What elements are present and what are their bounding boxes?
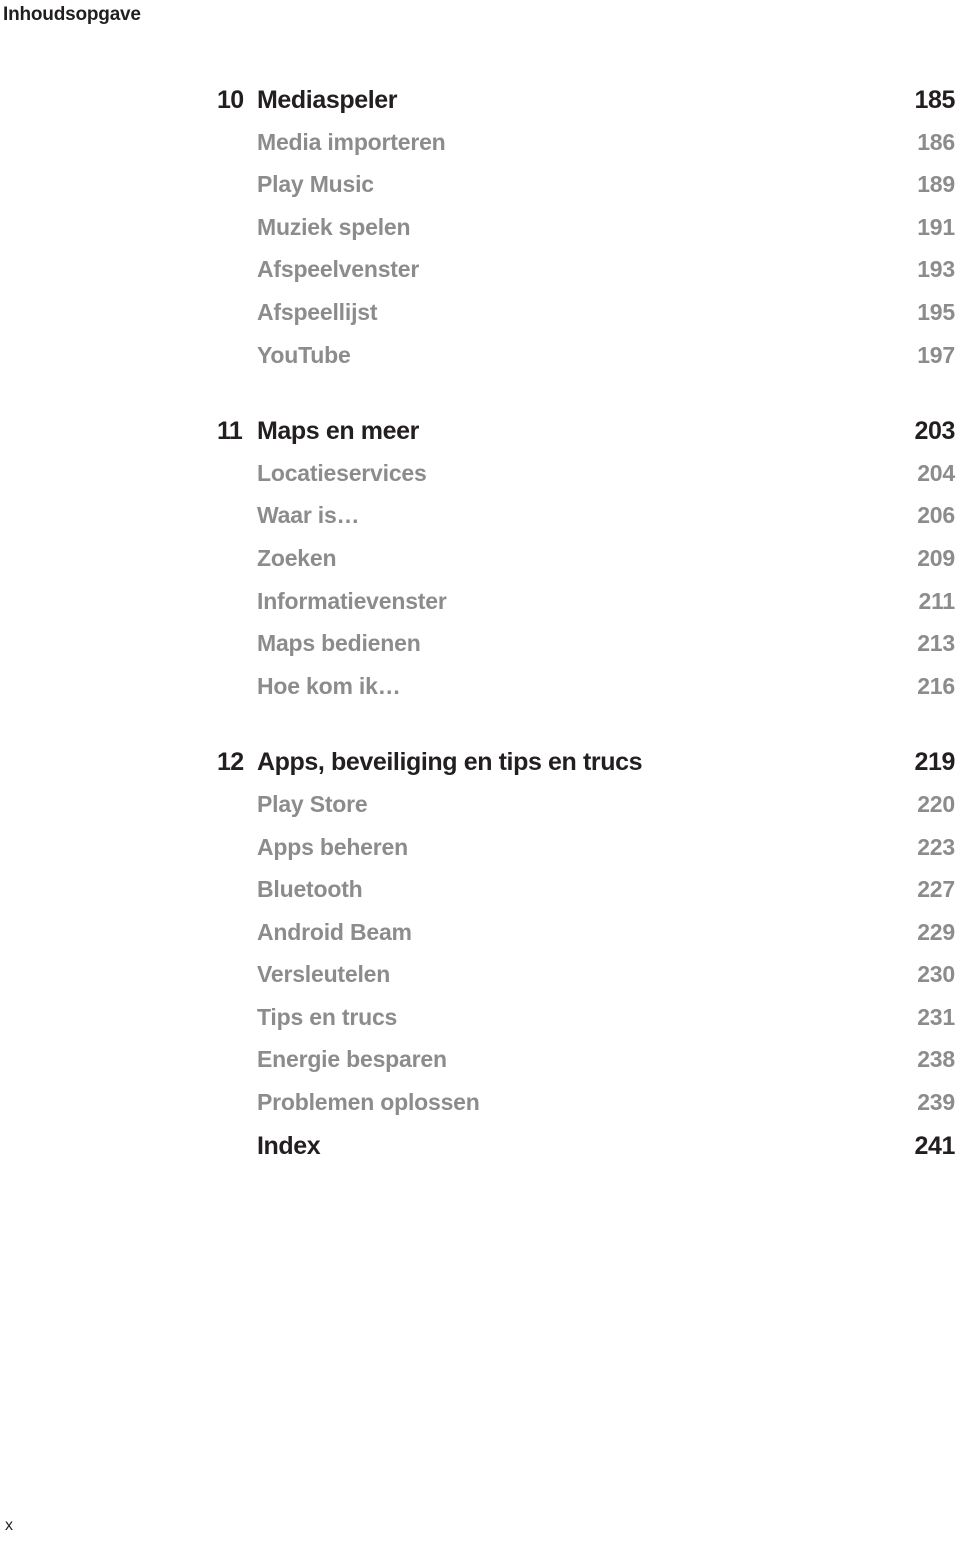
toc-entry-page-number: 186 bbox=[917, 128, 955, 155]
toc-entry-page-number: 189 bbox=[917, 171, 955, 198]
toc-entry-page-number: 193 bbox=[917, 256, 955, 283]
toc-entry-page-number: 197 bbox=[917, 341, 955, 368]
toc-entry-row[interactable]: Zoeken 209 bbox=[0, 545, 960, 588]
toc-entry-row[interactable]: Waar is… 206 bbox=[0, 502, 960, 545]
toc-entry-row[interactable]: Apps beheren 223 bbox=[0, 834, 960, 877]
toc-entry-title: Android Beam bbox=[257, 918, 412, 945]
toc-entry-row[interactable]: Energie besparen 238 bbox=[0, 1046, 960, 1089]
toc-entry-row[interactable]: Informatievenster 211 bbox=[0, 588, 960, 631]
toc-entry-page-number: 239 bbox=[917, 1089, 955, 1116]
running-head: Inhoudsopgave bbox=[3, 4, 141, 25]
toc-entry-row[interactable]: Afspeellijst 195 bbox=[0, 299, 960, 342]
toc-entry-title: Play Music bbox=[257, 171, 374, 198]
toc-entry-row[interactable]: Afspeelvenster 193 bbox=[0, 256, 960, 299]
toc-entry-page-number: 219 bbox=[914, 748, 955, 777]
toc-entry-title: Maps bedienen bbox=[257, 630, 421, 657]
toc-chapter-row[interactable]: 10 Mediaspeler 185 bbox=[0, 86, 960, 129]
toc-entry-row[interactable]: Play Music 189 bbox=[0, 171, 960, 214]
toc-entry-title: YouTube bbox=[257, 341, 351, 368]
toc-entry-title: Apps, beveiliging en tips en trucs bbox=[257, 748, 643, 777]
toc-entry-page-number: 238 bbox=[917, 1046, 955, 1073]
toc-entry-row[interactable]: Android Beam 229 bbox=[0, 919, 960, 962]
toc-chapter-row[interactable]: 11 Maps en meer 203 bbox=[0, 417, 960, 460]
toc-entry-page-number: 229 bbox=[917, 918, 955, 945]
toc-entry-title: Media importeren bbox=[257, 128, 446, 155]
toc-entry-title: Afspeelvenster bbox=[257, 256, 420, 283]
toc-entry-page-number: 204 bbox=[917, 459, 955, 486]
toc-chapter-number: 12 bbox=[217, 748, 244, 777]
toc-entry-row[interactable]: Hoe kom ik… 216 bbox=[0, 673, 960, 716]
toc-entry-page-number: 203 bbox=[914, 417, 955, 446]
toc-entry-page-number: 195 bbox=[917, 298, 955, 325]
toc-entry-page-number: 227 bbox=[917, 876, 955, 903]
toc-entry-row[interactable]: Locatieservices 204 bbox=[0, 460, 960, 503]
toc-entry-row[interactable]: YouTube 197 bbox=[0, 342, 960, 385]
toc-entry-row[interactable]: Maps bedienen 213 bbox=[0, 630, 960, 673]
toc-entry-title: Tips en trucs bbox=[257, 1003, 398, 1030]
toc-entry-row[interactable]: Muziek spelen 191 bbox=[0, 214, 960, 257]
toc-entry-title: Bluetooth bbox=[257, 876, 363, 903]
toc-entry-title: Versleutelen bbox=[257, 961, 391, 988]
toc-entry-row[interactable]: Bluetooth 227 bbox=[0, 876, 960, 919]
toc-entry-page-number: 211 bbox=[918, 587, 955, 614]
toc-entry-title: Problemen oplossen bbox=[257, 1089, 480, 1116]
toc-entry-page-number: 185 bbox=[914, 86, 955, 114]
toc-entry-page-number: 213 bbox=[917, 630, 955, 657]
toc-index-row[interactable]: Index 241 bbox=[0, 1132, 960, 1175]
toc-entry-title: Maps en meer bbox=[257, 417, 419, 446]
toc-entry-title: Play Store bbox=[257, 790, 368, 817]
toc-entry-row[interactable]: Play Store 220 bbox=[0, 791, 960, 834]
toc-entry-row[interactable]: Problemen oplossen 239 bbox=[0, 1089, 960, 1132]
toc-chapter-number: 11 bbox=[217, 417, 243, 446]
toc-entry-page-number: 230 bbox=[917, 961, 955, 988]
toc-entry-title: Waar is… bbox=[257, 502, 360, 529]
toc-entry-row[interactable]: Tips en trucs 231 bbox=[0, 1004, 960, 1047]
table-of-contents: 10 Mediaspeler 185 Media importeren 186 Play … bbox=[0, 86, 960, 1174]
toc-entry-title: Apps beheren bbox=[257, 833, 408, 860]
toc-entry-row[interactable]: Media importeren 186 bbox=[0, 129, 960, 172]
toc-entry-title: Energie besparen bbox=[257, 1046, 447, 1073]
toc-entry-title: Hoe kom ik… bbox=[257, 672, 401, 699]
toc-entry-page-number: 241 bbox=[914, 1131, 955, 1160]
toc-page: Inhoudsopgave 10 Mediaspeler 185 Media impo… bbox=[0, 0, 960, 1552]
toc-entry-title: Mediaspeler bbox=[257, 86, 398, 114]
toc-entry-page-number: 216 bbox=[917, 672, 955, 699]
toc-entry-row[interactable]: Versleutelen 230 bbox=[0, 961, 960, 1004]
page-folio: x bbox=[5, 1517, 13, 1534]
toc-entry-page-number: 191 bbox=[917, 213, 955, 240]
toc-entry-title: Zoeken bbox=[257, 544, 337, 571]
toc-chapter-row[interactable]: 12 Apps, beveiliging en tips en trucs 219 bbox=[0, 748, 960, 791]
toc-entry-page-number: 223 bbox=[917, 833, 955, 860]
toc-entry-title: Muziek spelen bbox=[257, 213, 411, 240]
toc-entry-title: Index bbox=[257, 1131, 321, 1160]
toc-entry-page-number: 206 bbox=[917, 502, 955, 529]
toc-entry-page-number: 231 bbox=[917, 1003, 955, 1030]
toc-entry-title: Locatieservices bbox=[257, 459, 427, 486]
toc-entry-page-number: 209 bbox=[917, 544, 955, 571]
toc-chapter-number: 10 bbox=[217, 86, 244, 114]
toc-entry-title: Afspeellijst bbox=[257, 298, 378, 325]
toc-entry-title: Informatievenster bbox=[257, 587, 447, 614]
toc-entry-page-number: 220 bbox=[917, 790, 955, 817]
